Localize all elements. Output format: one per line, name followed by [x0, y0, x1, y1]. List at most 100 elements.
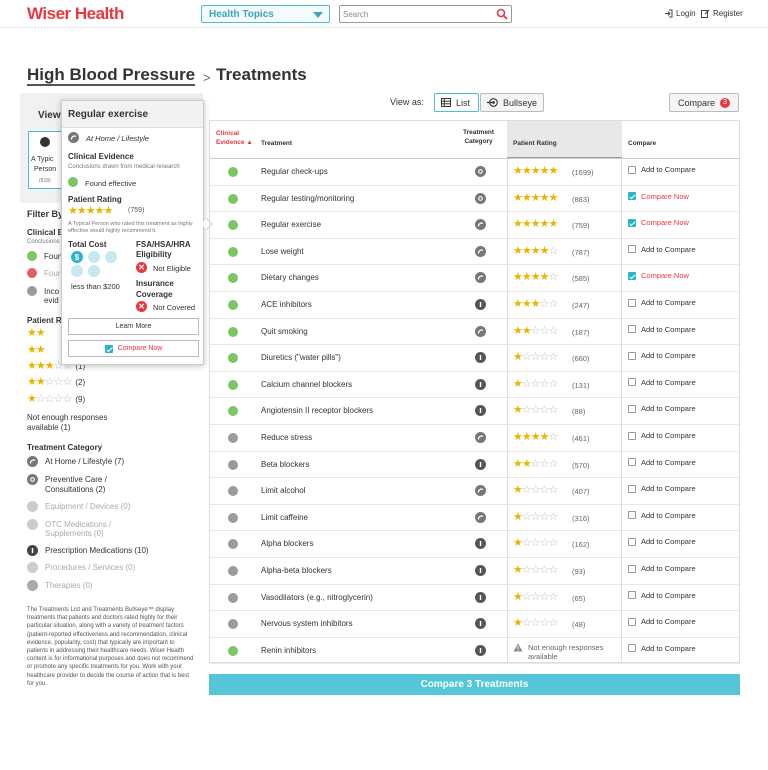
compare-now-toggle[interactable]: Compare Now: [628, 271, 689, 280]
add-to-compare-toggle[interactable]: Add to Compare: [628, 298, 696, 307]
compare-now-toggle[interactable]: Compare Now: [628, 192, 689, 201]
add-to-compare-toggle[interactable]: Add to Compare: [628, 591, 696, 600]
table-row[interactable]: Nervous system inhibitors ★☆☆☆☆ (48) Add to…: [210, 611, 739, 638]
table-row[interactable]: Regular exercise ★★★★★ (759) Compare Now: [210, 212, 739, 239]
list-view-button[interactable]: List: [434, 93, 479, 112]
compare-treatments-button[interactable]: Compare 3 Treatments: [209, 674, 740, 695]
treatment-name[interactable]: Nervous system inhibitors: [261, 619, 353, 628]
add-to-compare-label: Add to Compare: [641, 510, 696, 520]
filter-clinical-title: Clinical E: [27, 228, 64, 237]
table-row[interactable]: Regular testing/monitoring ★★★★★ (883) Comp…: [210, 186, 739, 213]
category-label: At Home / Lifestyle (7): [45, 457, 125, 466]
table-row[interactable]: Angiotensin II receptor blockers ★☆☆☆☆ (88…: [210, 398, 739, 425]
table-row[interactable]: Renin inhibitors Not enough responses avai…: [210, 638, 739, 665]
logo[interactable]: Wiser Health: [27, 4, 124, 24]
add-to-compare-toggle[interactable]: Add to Compare: [628, 165, 696, 174]
table-row[interactable]: Alpha-beta blockers ★☆☆☆☆ (93) Add to Compa…: [210, 558, 739, 585]
filter-found-effective[interactable]: Foun: [27, 251, 62, 261]
table-row[interactable]: Alpha blockers ★☆☆☆☆ (162) Add to Compare: [210, 531, 739, 558]
treatment-name[interactable]: Regular testing/monitoring: [261, 194, 354, 203]
filter-category-lifestyle[interactable]: At Home / Lifestyle (7): [27, 456, 124, 467]
breadcrumb-separator: >: [203, 70, 211, 85]
treatment-name[interactable]: ACE inhibitors: [261, 300, 312, 309]
table-row[interactable]: Diuretics ("water pills") ★☆☆☆☆ (660) Add t…: [210, 345, 739, 372]
table-row[interactable]: Limit caffeine ★☆☆☆☆ (316) Add to Compare: [210, 505, 739, 532]
compare-button[interactable]: Compare 3: [669, 93, 739, 112]
treatment-name[interactable]: Alpha-beta blockers: [261, 566, 332, 575]
treatment-name[interactable]: Diuretics ("water pills"): [261, 353, 341, 362]
table-row[interactable]: Reduce stress ★★★★☆ (461) Add to Compare: [210, 425, 739, 452]
table-row[interactable]: Lose weight ★★★★☆ (787) Add to Compare: [210, 239, 739, 266]
table-row[interactable]: Regular check-ups ★★★★★ (1699) Add to Compa…: [210, 159, 739, 186]
treatment-name[interactable]: Lose weight: [261, 247, 304, 256]
table-row[interactable]: Vasodilators (e.g., nitroglycerin) ★☆☆☆☆ (…: [210, 585, 739, 612]
popup-compare-now-button[interactable]: Compare Now: [68, 340, 199, 357]
treatment-name[interactable]: Renin inhibitors: [261, 646, 316, 655]
filter-rating-1[interactable]: ★☆☆☆☆ (9): [27, 394, 85, 405]
search-icon[interactable]: [496, 8, 508, 20]
stars-icon: ★★★★☆: [513, 271, 558, 284]
header-patient-rating[interactable]: Patient Rating: [513, 139, 557, 148]
add-to-compare-toggle[interactable]: Add to Compare: [628, 325, 696, 334]
treatment-name[interactable]: Reduce stress: [261, 433, 312, 442]
table-row[interactable]: Limit alcohol ★☆☆☆☆ (407) Add to Compare: [210, 478, 739, 505]
add-to-compare-toggle[interactable]: Add to Compare: [628, 404, 696, 413]
header-category[interactable]: Treatment Category: [463, 128, 494, 146]
add-to-compare-toggle[interactable]: Add to Compare: [628, 511, 696, 520]
treatment-name[interactable]: Dietary changes: [261, 273, 319, 282]
header-clinical-evidence[interactable]: Clinical Evidence ▲: [216, 129, 253, 147]
add-to-compare-toggle[interactable]: Add to Compare: [628, 351, 696, 360]
rating-count: (570): [572, 460, 590, 470]
prescription-icon: [475, 565, 486, 576]
treatment-name[interactable]: Regular check-ups: [261, 167, 328, 176]
add-to-compare-label: Add to Compare: [641, 324, 696, 334]
filter-rating-5[interactable]: ★★: [27, 328, 46, 339]
treatment-name[interactable]: Limit caffeine: [261, 513, 308, 522]
filter-category-prescription[interactable]: Prescription Medications (10): [27, 545, 149, 556]
breadcrumb-condition-link[interactable]: High Blood Pressure: [27, 66, 196, 86]
filter-rating-2[interactable]: ★★☆☆☆ (2): [27, 377, 85, 388]
page-title: Treatments: [216, 65, 307, 84]
table-row[interactable]: Quit smoking ★★☆☆☆ (187) Add to Compare: [210, 319, 739, 346]
filter-category-preventive[interactable]: Preventive Care /: [27, 474, 107, 485]
bullseye-view-button[interactable]: Bullseye: [480, 93, 544, 112]
table-row[interactable]: Dietary changes ★★★★☆ (585) Compare Now: [210, 265, 739, 292]
filter-patient-title: Patient R: [27, 316, 62, 325]
add-to-compare-toggle[interactable]: Add to Compare: [628, 484, 696, 493]
compare-now-toggle[interactable]: Compare Now: [628, 218, 689, 227]
add-to-compare-toggle[interactable]: Add to Compare: [628, 245, 696, 254]
filter-rating-4[interactable]: ★★: [27, 345, 46, 356]
filter-inconclusive[interactable]: Inco: [27, 286, 59, 296]
lifestyle-icon: [475, 485, 486, 497]
add-to-compare-toggle[interactable]: Add to Compare: [628, 537, 696, 546]
typical-person-card[interactable]: A Typic Person (818): [28, 131, 62, 189]
treatment-name[interactable]: Quit smoking: [261, 327, 308, 336]
treatment-name[interactable]: Calcium channel blockers: [261, 380, 352, 389]
health-topics-dropdown[interactable]: Health Topics: [201, 5, 330, 23]
table-row[interactable]: Calcium channel blockers ★☆☆☆☆ (131) Add to…: [210, 372, 739, 399]
filter-not-enough[interactable]: Not enough responses: [27, 413, 108, 422]
checkbox: [628, 537, 636, 546]
checkbox: [628, 511, 636, 520]
search-input[interactable]: [343, 8, 493, 20]
add-to-compare-toggle[interactable]: Add to Compare: [628, 431, 696, 440]
treatment-name[interactable]: Regular exercise: [261, 220, 321, 229]
treatment-name[interactable]: Angiotensin II receptor blockers: [261, 406, 373, 415]
treatment-name[interactable]: Limit alcohol: [261, 486, 305, 495]
stars-icon: ★★☆☆☆: [513, 324, 558, 337]
register-link[interactable]: Register: [701, 9, 743, 18]
add-to-compare-toggle[interactable]: Add to Compare: [628, 458, 696, 467]
add-to-compare-toggle[interactable]: Add to Compare: [628, 564, 696, 573]
learn-more-button[interactable]: Learn More: [68, 318, 199, 335]
table-row[interactable]: ACE inhibitors ★★★☆☆ (247) Add to Compare: [210, 292, 739, 319]
header-treatment[interactable]: Treatment: [261, 139, 292, 148]
treatment-name[interactable]: Vasodilators (e.g., nitroglycerin): [261, 593, 373, 602]
table-row[interactable]: Beta blockers ★★☆☆☆ (570) Add to Compare: [210, 452, 739, 479]
treatment-name[interactable]: Alpha blockers: [261, 539, 313, 548]
add-to-compare-toggle[interactable]: Add to Compare: [628, 644, 696, 653]
add-to-compare-toggle[interactable]: Add to Compare: [628, 617, 696, 626]
treatment-name[interactable]: Beta blockers: [261, 460, 309, 469]
add-to-compare-toggle[interactable]: Add to Compare: [628, 378, 696, 387]
login-link[interactable]: Login: [664, 9, 696, 18]
filter-found-ineffective[interactable]: Four: [27, 268, 60, 278]
